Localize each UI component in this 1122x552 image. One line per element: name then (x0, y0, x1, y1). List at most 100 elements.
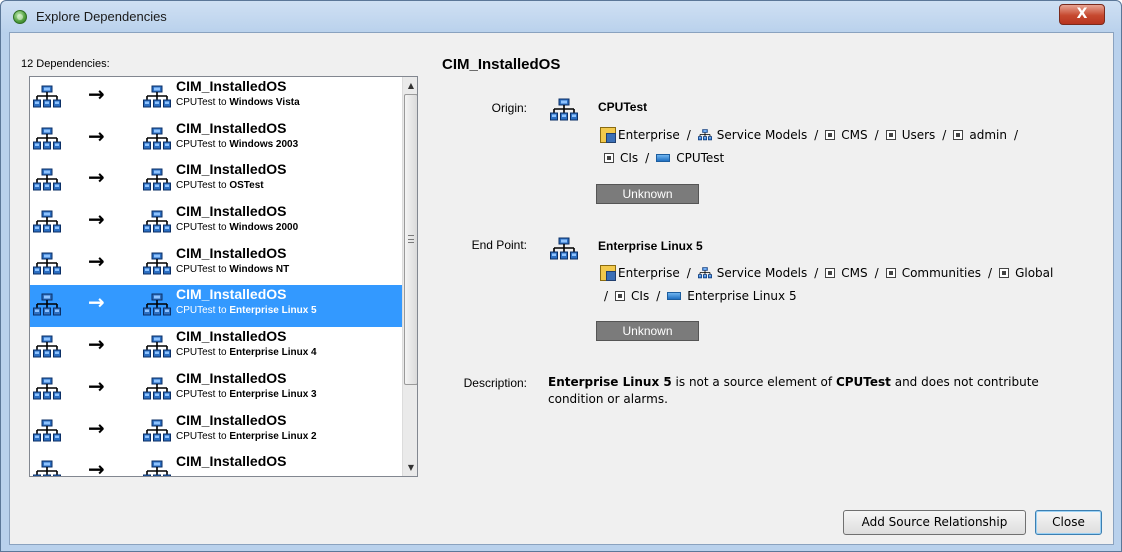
list-item[interactable]: → CIM_InstalledOS CPUTest to Enterprise Li… (30, 411, 402, 453)
relationship-path: CPUTest to Enterprise Linux 4 (176, 347, 317, 358)
source-network-icon (33, 419, 61, 443)
list-item[interactable]: → CIM_InstalledOS CPUTest to Windows 2003 (30, 119, 402, 161)
folder-view-icon (999, 268, 1010, 278)
relationship-name: CIM_InstalledOS (176, 411, 287, 428)
ci-element-icon (656, 154, 671, 162)
folder-view-icon (825, 268, 836, 278)
target-network-icon (143, 293, 171, 317)
path-segment-label: CIs (620, 151, 639, 165)
origin-status-badge: Unknown (596, 184, 699, 204)
path-segment[interactable]: Enterprise (600, 127, 680, 143)
relationship-to: OSTest (229, 180, 264, 192)
endpoint-status-badge: Unknown (596, 321, 699, 341)
ci-element-icon (667, 292, 682, 300)
relationship-from: CPUTest to (176, 263, 227, 275)
arrow-right-icon: → (88, 207, 105, 232)
relationship-path: CPUTest to Windows Vista (176, 97, 300, 108)
relationship-from: CPUTest to (176, 388, 227, 400)
path-segment[interactable]: Enterprise Linux 5 (667, 289, 797, 303)
list-item[interactable]: → CIM_InstalledOS (30, 452, 402, 477)
relationship-name: CIM_InstalledOS (176, 119, 287, 136)
origin-label: Origin: (491, 101, 527, 115)
description-text: Enterprise Linux 5 is not a source eleme… (548, 374, 1048, 408)
folder-view-icon (885, 130, 896, 140)
path-separator: / (645, 151, 650, 165)
list-item[interactable]: → CIM_InstalledOS CPUTest to Enterprise Li… (30, 369, 402, 411)
folder-view-icon (825, 130, 836, 140)
relationship-name: CIM_InstalledOS (176, 286, 287, 303)
path-separator: / (814, 128, 819, 142)
path-segment[interactable]: CPUTest (656, 151, 724, 165)
path-segment-label: Service Models (716, 266, 808, 280)
title-bar[interactable]: Explore Dependencies X (1, 1, 1121, 33)
path-segment[interactable]: admin (953, 128, 1007, 142)
arrow-right-icon: → (88, 457, 105, 477)
path-segment[interactable]: Service Models (698, 266, 807, 280)
path-segment[interactable]: Communities (885, 266, 981, 280)
folder-view-icon (604, 153, 614, 163)
service-models-icon (698, 267, 712, 279)
path-separator: / (942, 128, 947, 142)
folder-view-icon (953, 130, 964, 140)
relationship-path: CPUTest to OSTest (176, 180, 264, 191)
target-network-icon (143, 460, 171, 477)
add-source-relationship-button[interactable]: Add Source Relationship (843, 510, 1026, 535)
list-item[interactable]: → CIM_InstalledOS CPUTest to Enterprise Li… (30, 327, 402, 369)
path-segment-label: CIs (631, 289, 650, 303)
path-segment[interactable]: Enterprise (600, 265, 680, 281)
list-item[interactable]: → CIM_InstalledOS CPUTest to Windows 2000 (30, 202, 402, 244)
dependencies-count-label: 12 Dependencies: (21, 58, 110, 70)
origin-path-line2: CIs / CPUTest (604, 151, 724, 165)
target-network-icon (143, 252, 171, 276)
relationship-from: CPUTest to (176, 430, 227, 442)
path-segment[interactable]: Global (999, 266, 1053, 280)
list-item[interactable]: → CIM_InstalledOS CPUTest to Windows Vista (30, 77, 402, 119)
source-network-icon (33, 293, 61, 317)
path-separator: / (1013, 128, 1018, 142)
path-separator: / (604, 289, 609, 303)
path-segment-label: CPUTest (676, 151, 725, 165)
origin-path-line1: Enterprise / Service Models / CMS / Users / admi… (600, 127, 1025, 143)
scroll-up-arrow-icon[interactable]: ▲ (403, 77, 417, 94)
path-separator: / (686, 128, 691, 142)
target-network-icon (143, 377, 171, 401)
arrow-right-icon: → (88, 82, 105, 106)
path-separator: / (686, 266, 691, 280)
path-segment-label: admin (969, 128, 1007, 142)
relationship-name: CIM_InstalledOS (176, 453, 287, 470)
path-segment-label: CMS (841, 128, 868, 142)
relationship-to: Enterprise Linux 4 (229, 347, 317, 359)
path-segment[interactable]: CMS (825, 128, 868, 142)
dependencies-list[interactable]: → CIM_InstalledOS CPUTest to Windows Vista… (29, 76, 418, 477)
folder-view-icon (615, 291, 626, 301)
arrow-right-icon: → (88, 123, 105, 148)
list-item[interactable]: → CIM_InstalledOS CPUTest to Enterprise Li… (30, 285, 402, 328)
service-models-icon (698, 129, 712, 141)
relationship-name: CIM_InstalledOS (176, 244, 287, 261)
window-close-button[interactable]: X (1059, 4, 1105, 25)
path-segment[interactable]: Users (885, 128, 935, 142)
list-scrollbar[interactable]: ▲ ▼ (402, 77, 417, 476)
path-segment[interactable]: CIs (615, 289, 649, 303)
relationship-to: Enterprise Linux 2 (229, 430, 317, 442)
relationship-to: Windows Vista (229, 97, 300, 108)
relationship-to: Windows NT (229, 263, 290, 275)
origin-name: CPUTest (598, 100, 648, 114)
list-item[interactable]: → CIM_InstalledOS CPUTest to OSTest (30, 160, 402, 202)
target-network-icon (143, 127, 171, 151)
path-separator: / (874, 266, 879, 280)
source-network-icon (33, 85, 61, 109)
endpoint-path-line1: Enterprise / Service Models / CMS / Communitie… (600, 265, 1053, 281)
path-separator: / (874, 128, 879, 142)
path-segment[interactable]: CMS (825, 266, 868, 280)
scroll-down-arrow-icon[interactable]: ▼ (403, 459, 417, 476)
close-button[interactable]: Close (1035, 510, 1102, 535)
dependencies-rows: → CIM_InstalledOS CPUTest to Windows Vista… (30, 77, 402, 477)
path-segment[interactable]: CIs (604, 151, 638, 165)
path-segment-label: Global (1015, 266, 1054, 280)
list-item[interactable]: → CIM_InstalledOS CPUTest to Windows NT (30, 244, 402, 286)
path-segment[interactable]: Service Models (698, 128, 807, 142)
arrow-right-icon: → (88, 332, 105, 357)
target-network-icon (143, 335, 171, 359)
path-segment-label: Enterprise (618, 128, 680, 142)
